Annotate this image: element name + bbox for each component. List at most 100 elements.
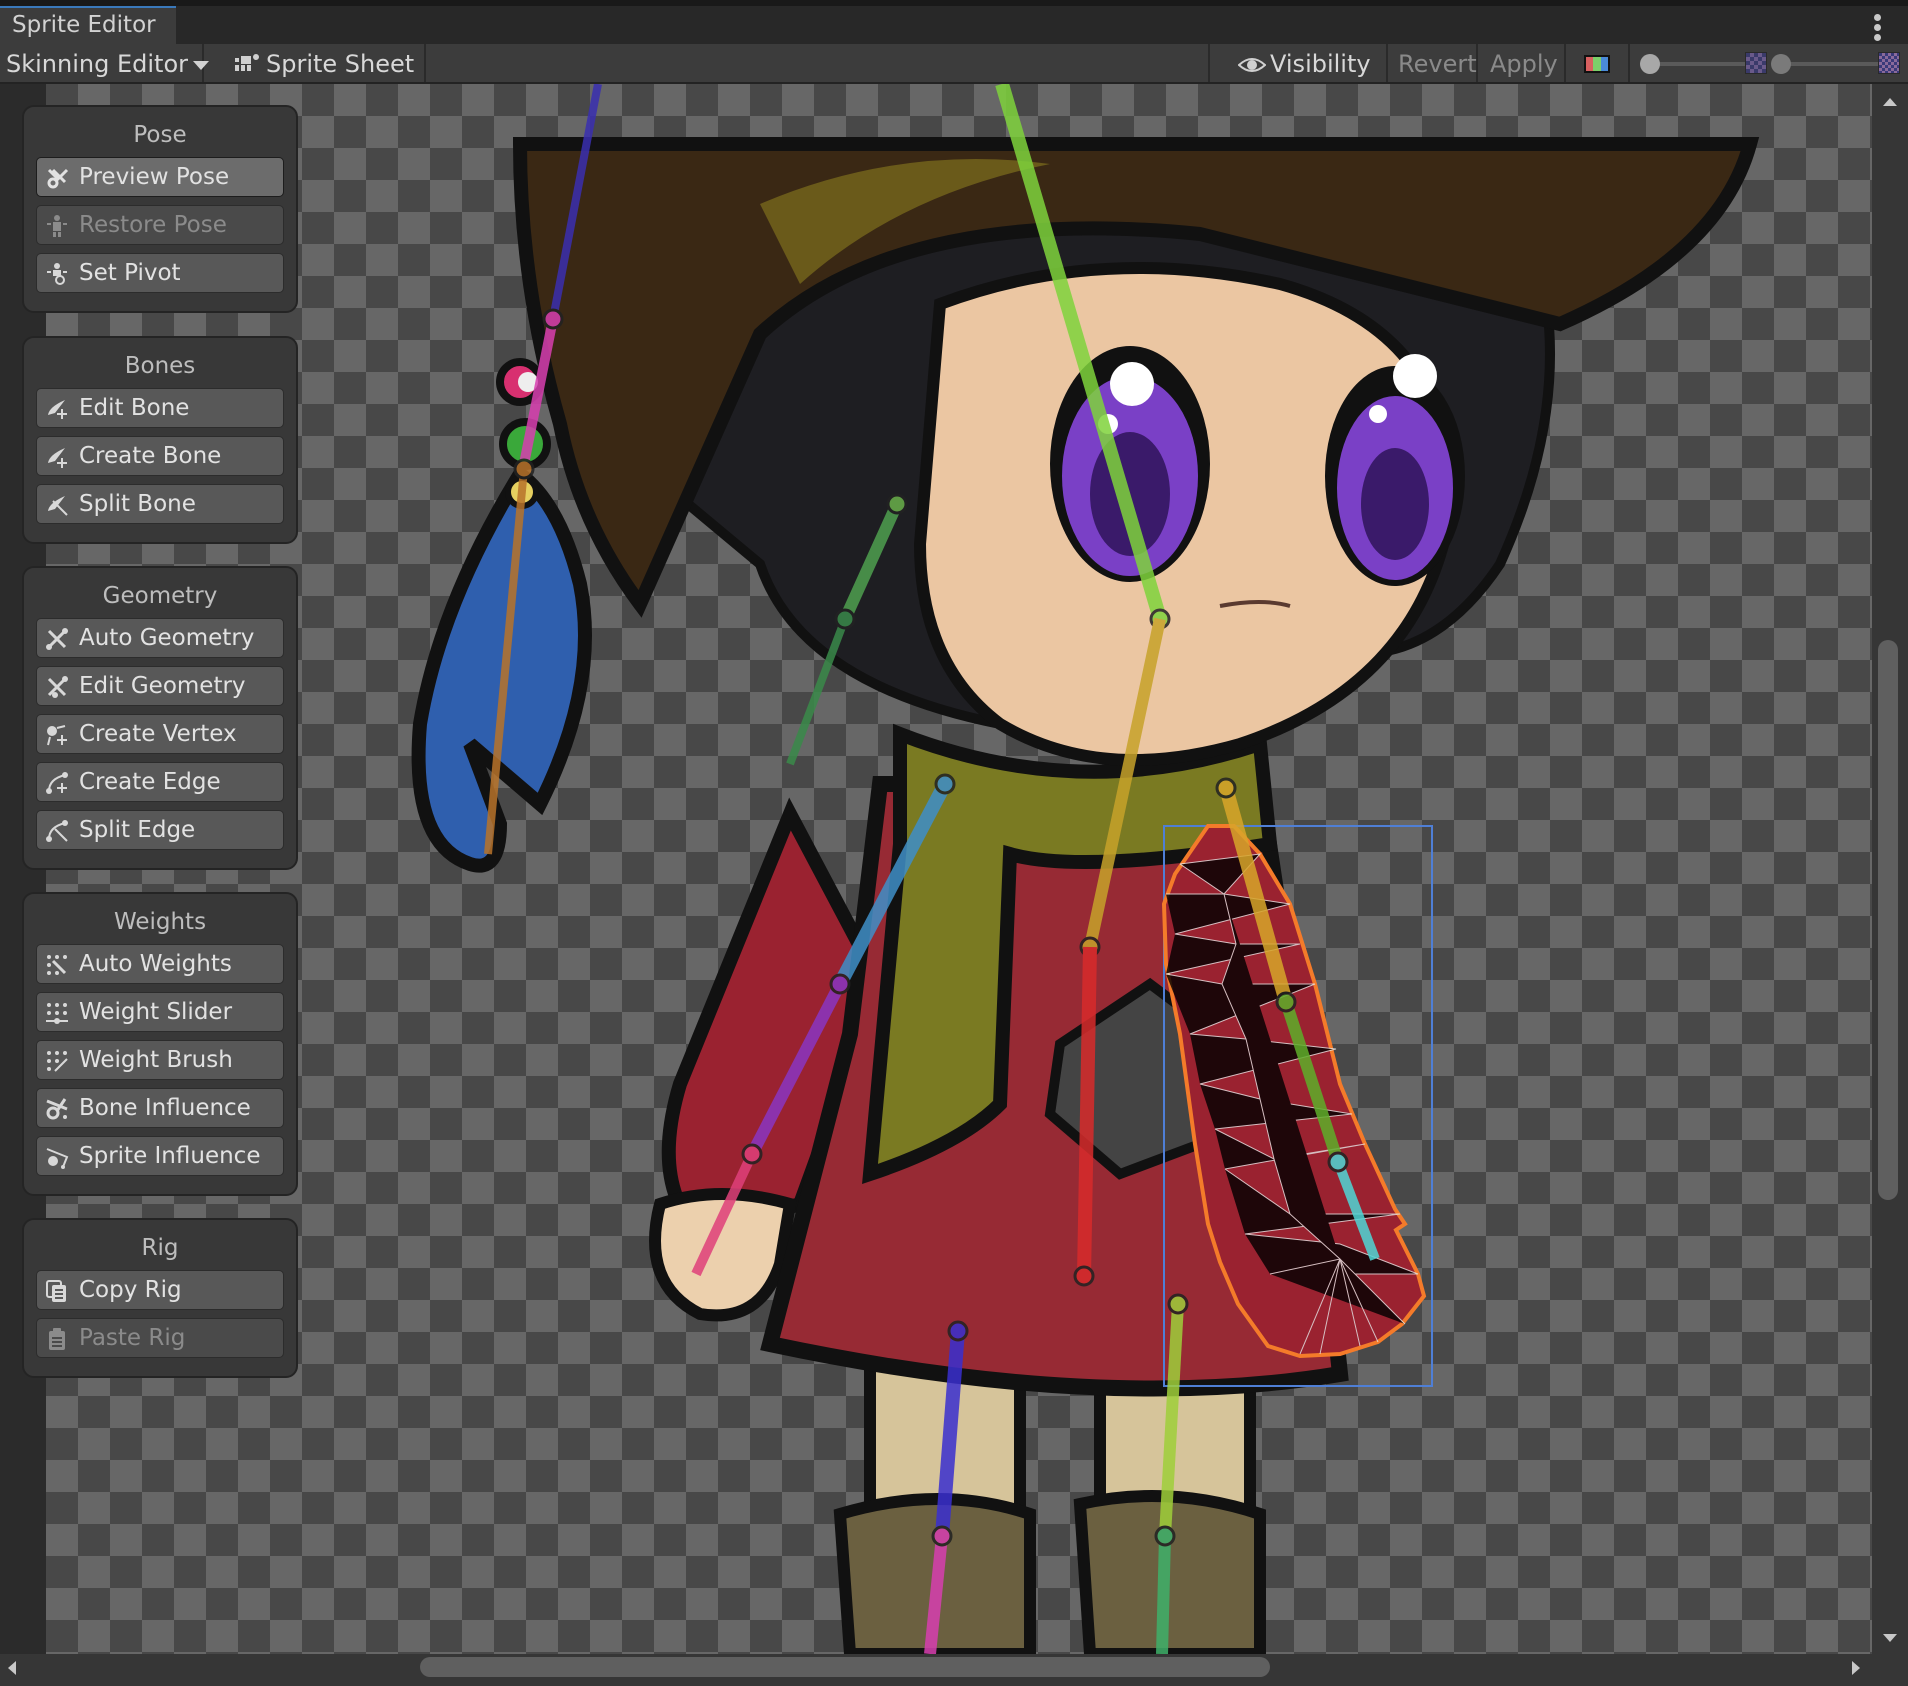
split-edge-button[interactable]: Split Edge — [36, 810, 284, 850]
sprite-sheet-button[interactable]: Sprite Sheet — [206, 44, 426, 82]
paste-rig-button[interactable]: Paste Rig — [36, 1318, 284, 1358]
button-label: Split Bone — [79, 491, 196, 517]
button-label: Bone Influence — [79, 1095, 251, 1121]
button-label: Weight Slider — [79, 999, 233, 1025]
mip-slider-track — [1781, 62, 1879, 66]
copy-rig-button[interactable]: Copy Rig — [36, 1270, 284, 1310]
auto-weights-button[interactable]: Auto Weights — [36, 944, 284, 984]
tab-sprite-editor[interactable]: Sprite Editor — [0, 6, 176, 44]
create-bone-icon — [48, 448, 67, 468]
title-strip — [0, 0, 1908, 6]
auto-geometry-button[interactable]: Auto Geometry — [36, 618, 284, 658]
horizontal-scroll-thumb[interactable] — [420, 1657, 1270, 1677]
scroll-down-arrow-icon[interactable] — [1883, 1634, 1897, 1642]
weight-brush-button[interactable]: Weight Brush — [36, 1040, 284, 1080]
set-pivot-icon — [47, 263, 67, 285]
panel-title: Pose — [133, 122, 187, 148]
button-label: Edit Geometry — [79, 673, 246, 699]
button-label: Restore Pose — [79, 212, 227, 238]
button-label: Auto Weights — [79, 951, 232, 977]
button-label: Edit Bone — [79, 395, 190, 421]
color-channel-button[interactable] — [1568, 44, 1630, 82]
panel-bones: Bones Edit Bone Create Bone Split Bone — [22, 336, 298, 544]
sprite-influence-icon — [46, 1148, 69, 1169]
mode-dropdown[interactable]: Skinning Editor — [0, 44, 209, 82]
scroll-left-arrow-icon[interactable] — [8, 1661, 16, 1675]
button-label: Set Pivot — [79, 260, 181, 286]
visibility-label: Visibility — [1270, 50, 1371, 78]
edit-bone-button[interactable]: Edit Bone — [36, 388, 284, 428]
mip-slider[interactable] — [1771, 52, 1881, 76]
mip-large-icon — [1878, 52, 1900, 74]
button-label: Copy Rig — [79, 1277, 182, 1303]
preview-pose-icon — [47, 168, 69, 189]
kebab-menu-icon[interactable] — [1874, 14, 1882, 44]
button-label: Create Vertex — [79, 721, 237, 747]
head-sprite — [512, 137, 1760, 766]
zoom-slider[interactable] — [1640, 52, 1760, 76]
copy-rig-icon — [46, 1280, 66, 1302]
create-edge-icon — [46, 772, 68, 794]
panel-weights: Weights Auto Weights Weight Slider Weigh… — [22, 892, 298, 1196]
bone-influence-button[interactable]: Bone Influence — [36, 1088, 284, 1128]
visibility-button[interactable]: Visibility — [1208, 44, 1388, 82]
zoom-slider-track — [1650, 62, 1750, 66]
button-label: Create Edge — [79, 769, 221, 795]
split-bone-icon — [48, 496, 68, 516]
split-bone-button[interactable]: Split Bone — [36, 484, 284, 524]
sprite-sheet-icon — [235, 54, 259, 71]
rgb-channel-icon — [1584, 55, 1610, 73]
panel-title: Rig — [141, 1235, 179, 1261]
panel-title: Geometry — [102, 583, 218, 609]
sprite-sheet-label: Sprite Sheet — [266, 50, 415, 78]
auto-geometry-icon — [46, 628, 68, 650]
mode-dropdown-label: Skinning Editor — [6, 50, 188, 78]
eye-icon — [1237, 58, 1267, 72]
button-label: Paste Rig — [79, 1325, 186, 1351]
mip-slider-thumb[interactable] — [1771, 54, 1791, 74]
zoom-slider-thumb[interactable] — [1640, 54, 1660, 74]
button-label: Auto Geometry — [79, 625, 255, 651]
preview-pose-button[interactable]: Preview Pose — [36, 157, 284, 197]
create-edge-button[interactable]: Create Edge — [36, 762, 284, 802]
create-vertex-icon — [47, 725, 67, 746]
scroll-up-arrow-icon[interactable] — [1883, 98, 1897, 106]
restore-pose-button[interactable]: Restore Pose — [36, 205, 284, 245]
vertical-scroll-thumb[interactable] — [1878, 640, 1898, 1200]
revert-button[interactable]: Revert — [1390, 44, 1478, 82]
editor-toolbar: Skinning Editor Sprite Sheet Visibility … — [0, 44, 1908, 84]
panel-title: Bones — [124, 353, 196, 379]
edit-geometry-button[interactable]: Edit Geometry — [36, 666, 284, 706]
restore-pose-icon — [47, 215, 67, 237]
legs-sprite — [833, 1348, 1266, 1654]
panel-rig: Rig Copy Rig Paste Rig — [22, 1218, 298, 1378]
scrollbar-corner — [1872, 1654, 1908, 1686]
scroll-right-arrow-icon[interactable] — [1852, 1661, 1860, 1675]
set-pivot-button[interactable]: Set Pivot — [36, 253, 284, 293]
vertical-scrollbar[interactable] — [1872, 84, 1908, 1654]
panel-pose: Pose Preview Pose Restore Pose Set Pivot — [22, 105, 298, 313]
mip-small-icon — [1745, 52, 1767, 74]
sprite-influence-button[interactable]: Sprite Influence — [36, 1136, 284, 1176]
bone-influence-icon — [46, 1098, 68, 1120]
sprite-canvas[interactable]: Pose Preview Pose Restore Pose Set Pivot… — [0, 84, 1908, 1654]
window-titlebar: Sprite Editor — [0, 0, 1908, 44]
weight-slider-button[interactable]: Weight Slider — [36, 992, 284, 1032]
create-vertex-button[interactable]: Create Vertex — [36, 714, 284, 754]
panel-title: Weights — [113, 909, 207, 935]
edit-bone-icon — [48, 400, 67, 419]
weight-brush-icon — [47, 1051, 68, 1072]
button-label: Weight Brush — [79, 1047, 233, 1073]
apply-button[interactable]: Apply — [1480, 44, 1566, 82]
button-label: Preview Pose — [79, 164, 230, 190]
button-label: Split Edge — [79, 817, 196, 843]
horizontal-scrollbar[interactable] — [0, 1654, 1872, 1686]
panel-geometry: Geometry Auto Geometry Edit Geometry Cre… — [22, 566, 298, 870]
button-label: Sprite Influence — [79, 1143, 261, 1169]
split-edge-icon — [46, 820, 68, 842]
create-bone-button[interactable]: Create Bone — [36, 436, 284, 476]
weight-slider-icon — [46, 1003, 68, 1024]
paste-rig-icon — [49, 1328, 65, 1350]
edit-geometry-icon — [47, 676, 68, 698]
button-label: Create Bone — [79, 443, 222, 469]
